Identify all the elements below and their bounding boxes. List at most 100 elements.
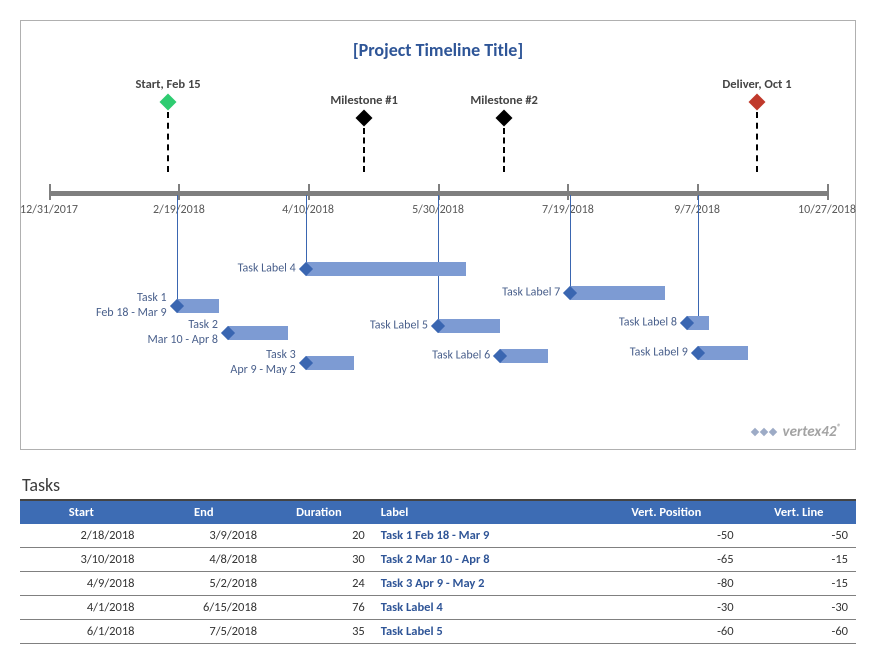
cell: 3/10/2018: [20, 548, 143, 572]
milestone-drop-line: [167, 112, 169, 172]
cell: 20: [265, 524, 373, 548]
axis-tick: [179, 184, 180, 200]
milestone: Deliver, Oct 1: [751, 96, 763, 172]
cell: -65: [591, 548, 741, 572]
axis-tick: [49, 184, 50, 200]
cell: 6/1/2018: [20, 620, 143, 644]
task-diamond-icon: [221, 326, 235, 340]
table-row: 6/1/20187/5/201835Task Label 5-60-60: [20, 620, 856, 644]
milestone-label: Milestone #1: [330, 93, 398, 108]
col-header: Duration: [265, 501, 373, 524]
task-diamond-icon: [680, 316, 694, 330]
axis-tick-label: 2/19/2018: [153, 203, 205, 217]
cell: -50: [742, 524, 856, 548]
task-bar-fill: Task Label 5: [438, 319, 500, 333]
task-diamond-icon: [431, 319, 445, 333]
table-body: 2/18/20183/9/201820Task 1 Feb 18 - Mar 9…: [20, 524, 856, 644]
cell: Task 3 Apr 9 - May 2: [373, 572, 591, 596]
cell: -15: [742, 572, 856, 596]
task-bar-fill: Task 2Mar 10 - Apr 8: [228, 326, 288, 340]
cell: -60: [742, 620, 856, 644]
tasks-table: StartEndDurationLabelVert. PositionVert.…: [20, 501, 856, 644]
axis-tick-label: 12/31/2017: [20, 203, 78, 217]
col-header: Vert. Line: [742, 501, 856, 524]
col-header: Label: [373, 501, 591, 524]
task-connector-line: [570, 195, 571, 295]
cell: Task 1 Feb 18 - Mar 9: [373, 524, 591, 548]
cell: 6/15/2018: [143, 596, 266, 620]
col-header: Start: [20, 501, 143, 524]
task-bar: Task 1Feb 18 - Mar 9: [177, 299, 219, 313]
task-bar-fill: Task Label 7: [570, 286, 665, 300]
col-header: Vert. Position: [591, 501, 741, 524]
task-connector-line: [438, 195, 439, 325]
task-label: Task Label 5: [370, 319, 428, 334]
milestone-label: Start, Feb 15: [135, 77, 200, 92]
axis-tick: [827, 184, 828, 200]
axis-tick-label: 7/19/2018: [542, 203, 594, 217]
brand-icon: [751, 427, 777, 437]
cell: 5/2/2018: [143, 572, 266, 596]
task-bar-fill: Task Label 8: [687, 316, 709, 330]
axis-tick: [308, 184, 309, 200]
task-diamond-icon: [299, 262, 313, 276]
task-label: Task Label 6: [432, 349, 490, 364]
task-bar-fill: Task Label 6: [500, 349, 548, 363]
task-bar-fill: Task Label 9: [698, 346, 748, 360]
task-bar-fill: Task 1Feb 18 - Mar 9: [177, 299, 219, 313]
cell: -30: [742, 596, 856, 620]
chart-title: [Project Timeline Title]: [21, 21, 855, 61]
milestone-label: Milestone #2: [470, 93, 538, 108]
table-row: 4/1/20186/15/201876Task Label 4-30-30: [20, 596, 856, 620]
cell: 4/8/2018: [143, 548, 266, 572]
task-label: Task Label 7: [502, 286, 560, 301]
task-label: Task Label 4: [238, 262, 296, 277]
task-bar: Task Label 9: [698, 346, 748, 360]
task-label: Task Label 9: [630, 346, 688, 361]
cell: 35: [265, 620, 373, 644]
cell: 7/5/2018: [143, 620, 266, 644]
task-label: Task Label 8: [619, 316, 677, 331]
task-diamond-icon: [493, 349, 507, 363]
task-diamond-icon: [563, 286, 577, 300]
milestone-diamond-icon: [748, 94, 765, 111]
table-header-row: StartEndDurationLabelVert. PositionVert.…: [20, 501, 856, 524]
milestone: Milestone #1: [358, 112, 370, 172]
task-bar: Task Label 7: [570, 286, 665, 300]
task-bar: Task Label 6: [500, 349, 548, 363]
cell: 24: [265, 572, 373, 596]
task-label: Task 3Apr 9 - May 2: [230, 348, 295, 378]
task-label: Task 2Mar 10 - Apr 8: [148, 318, 218, 348]
cell: Task 2 Mar 10 - Apr 8: [373, 548, 591, 572]
cell: 30: [265, 548, 373, 572]
task-connector-line: [698, 195, 699, 325]
axis-tick-label: 10/27/2018: [798, 203, 856, 217]
cell: -80: [591, 572, 741, 596]
table-row: 3/10/20184/8/201830Task 2 Mar 10 - Apr 8…: [20, 548, 856, 572]
milestone-diamond-icon: [496, 110, 513, 127]
task-bar: Task 3Apr 9 - May 2: [306, 356, 354, 370]
milestone-diamond-icon: [160, 94, 177, 111]
task-diamond-icon: [170, 299, 184, 313]
cell: 2/18/2018: [20, 524, 143, 548]
cell: Task Label 4: [373, 596, 591, 620]
brand-logo: vertex42®: [751, 422, 841, 441]
milestone-drop-line: [756, 112, 758, 172]
table-title: Tasks: [20, 470, 856, 501]
cell: 76: [265, 596, 373, 620]
task-bar: Task Label 8: [687, 316, 709, 330]
task-label: Task 1Feb 18 - Mar 9: [96, 291, 167, 321]
task-diamond-icon: [299, 356, 313, 370]
cell: -15: [742, 548, 856, 572]
task-bar: Task Label 4: [306, 262, 466, 276]
axis-tick: [568, 184, 569, 200]
cell: 4/1/2018: [20, 596, 143, 620]
cell: -50: [591, 524, 741, 548]
timeline-area: 12/31/20172/19/20184/10/20185/30/20187/1…: [49, 61, 827, 401]
timeline-chart: [Project Timeline Title] 12/31/20172/19/…: [20, 20, 856, 450]
milestone-drop-line: [363, 128, 365, 172]
tasks-table-section: Tasks StartEndDurationLabelVert. Positio…: [20, 470, 856, 644]
task-connector-line: [177, 195, 178, 305]
task-connector-line: [306, 195, 307, 268]
milestone-diamond-icon: [356, 110, 373, 127]
